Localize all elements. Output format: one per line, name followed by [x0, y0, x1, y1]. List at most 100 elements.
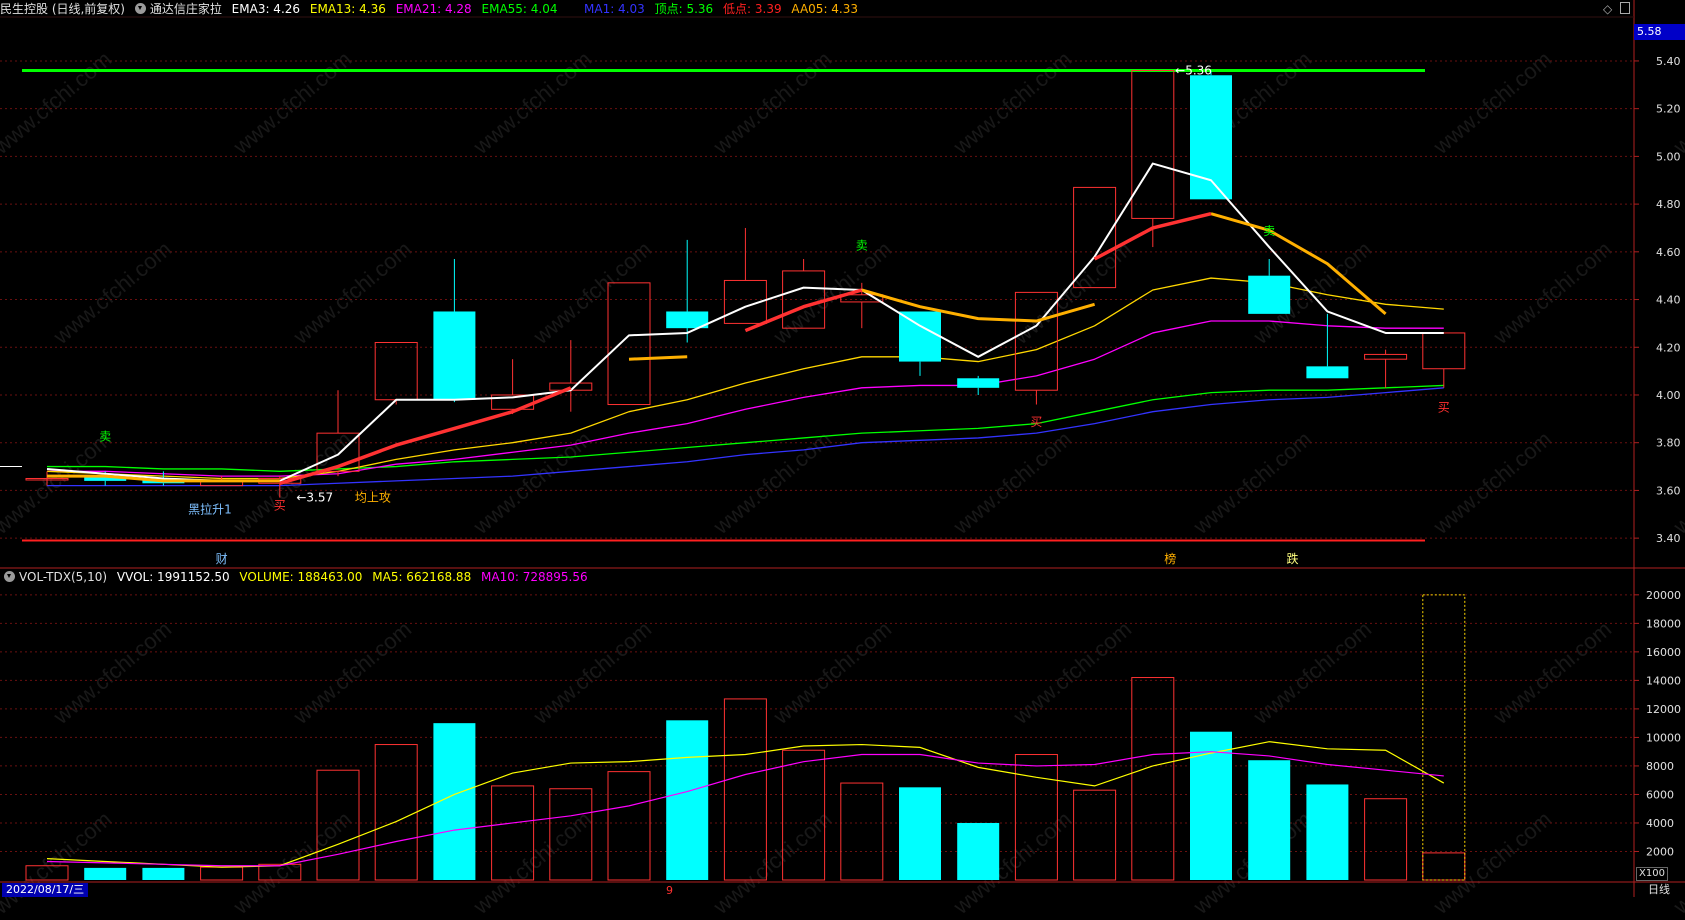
signal-label: 买 [274, 499, 286, 513]
volume-bar-up[interactable] [840, 782, 884, 881]
candle-down[interactable] [1248, 275, 1291, 314]
volume-bar-up[interactable] [25, 865, 69, 881]
volume-tick-label: 6000 [1646, 788, 1674, 801]
annotation-label: ←5.36 [1175, 63, 1212, 77]
event-mark: 跌 [1286, 551, 1298, 566]
volume-bar-up[interactable] [316, 769, 360, 881]
diamond-icon[interactable]: ◇ [1603, 2, 1612, 16]
volume-indicator-name[interactable]: VOL-TDX(5,10) [19, 570, 107, 584]
volume-bar-up[interactable] [200, 866, 244, 881]
volume-tick-label: 12000 [1646, 703, 1681, 716]
volume-bar-up[interactable] [1364, 798, 1408, 881]
volume-bar-down[interactable] [1190, 731, 1232, 880]
volume-tick-label: 4000 [1646, 817, 1674, 830]
dropdown-icon[interactable] [134, 3, 146, 14]
volume-tick-label: 8000 [1646, 760, 1674, 773]
volume-bar-down[interactable] [899, 787, 941, 880]
top-value: 顶点: 5.36 [654, 2, 714, 16]
volume-bar-up[interactable] [1131, 677, 1175, 881]
price-tick-label: 5.20 [1656, 103, 1681, 116]
volume-tick-label: 2000 [1646, 845, 1674, 858]
ema55-line [47, 384, 1444, 472]
ema13-value: EMA13: 4.36 [309, 2, 386, 16]
volume-bar-down[interactable] [666, 720, 709, 880]
price-tick-label: 4.20 [1656, 341, 1681, 354]
candlestick-chart[interactable]: 5.40 5.20 5.00 4.80 4.60 4.40 4.20 4.00 3.80 3.60… [0, 0, 1685, 897]
signal-label: 买 [1438, 401, 1450, 415]
event-mark: 榜 [1164, 551, 1176, 566]
attack-line [279, 386, 572, 485]
volume-bar-up[interactable] [782, 749, 826, 881]
annotation-label: 均上攻 [355, 491, 391, 505]
volume-tick-label: 20000 [1646, 589, 1681, 602]
vol-ma5-value: MA5: 662168.88 [372, 570, 472, 584]
indicator-name[interactable]: 通达信庄家拉 [150, 2, 222, 16]
month-mark: 9 [666, 884, 673, 897]
annotation-label: 黑拉升1 [188, 502, 232, 517]
volume-bar-down[interactable] [957, 822, 1000, 880]
ema21-value: EMA21: 4.28 [395, 2, 472, 16]
volume-bar-up[interactable] [723, 698, 767, 881]
volume-bar-up[interactable] [1073, 789, 1117, 881]
vvol-value: VVOL: 1991152.50 [116, 570, 230, 584]
candle-up[interactable] [1364, 353, 1408, 360]
ema3-line [46, 162, 1444, 482]
price-tick-label: 3.60 [1656, 484, 1681, 497]
price-tick-label: 4.80 [1656, 198, 1681, 211]
price-tick-label: 5.40 [1656, 55, 1681, 68]
candle-down[interactable] [1306, 366, 1349, 379]
volume-bar-down[interactable] [1306, 784, 1349, 880]
signal-label: 买 [1030, 415, 1042, 429]
stock-title[interactable]: 民生控股 (日线,前复权) [0, 2, 125, 16]
volume-value: VOLUME: 188463.00 [239, 570, 363, 584]
signal-label: 卖 [99, 429, 111, 443]
aa05-line [861, 288, 1096, 323]
volume-tick-label: 10000 [1646, 731, 1681, 744]
volume-bar-up[interactable] [491, 785, 535, 881]
date-label: 2022/08/17/三 [2, 883, 89, 897]
signal-label: 卖 [1263, 224, 1275, 238]
aa05-line [628, 355, 688, 361]
candle-up[interactable] [607, 282, 651, 406]
candle-up[interactable] [374, 341, 418, 401]
price-header: 民生控股 (日线,前复权) 通达信庄家拉 EMA3: 4.26 EMA13: 4… [0, 0, 564, 18]
volume-bar-up[interactable] [1422, 852, 1466, 881]
volume-bar-down[interactable] [142, 867, 185, 880]
volume-bar-up[interactable] [374, 744, 418, 881]
dropdown-icon[interactable] [4, 571, 15, 582]
price-tick-label: 4.00 [1656, 389, 1681, 402]
volume-bar-up[interactable] [607, 771, 651, 881]
volume-bar-down[interactable] [84, 867, 127, 880]
volume-tick-label: 16000 [1646, 646, 1681, 659]
candle-up[interactable] [1131, 69, 1175, 219]
period-label[interactable]: 日线 [1648, 883, 1670, 897]
price-tick-label: 4.40 [1656, 294, 1681, 307]
volume-tick-label: 18000 [1646, 617, 1681, 630]
aa05-line [1210, 212, 1387, 315]
ema21-line [47, 320, 1444, 477]
candle-down[interactable] [957, 378, 1000, 388]
stock-chart-window: www.cfchi.com www.cfchi.com www.cfchi.com w… [0, 0, 1685, 919]
annotation-label: ←3.57 [296, 491, 333, 505]
volume-tick-label: 14000 [1646, 674, 1681, 687]
candle-down[interactable] [899, 311, 941, 362]
volume-bar-down[interactable] [1248, 760, 1291, 880]
volume-header: VOL-TDX(5,10) VVOL: 1991152.50 VOLUME: 1… [4, 568, 594, 586]
aa05-value: AA05: 4.33 [791, 2, 859, 16]
volume-bar-up[interactable] [1014, 754, 1058, 881]
volume-ma5-line [46, 741, 1445, 868]
price-header-2: MA1: 4.03 顶点: 5.36 低点: 3.39 AA05: 4.33 [584, 0, 864, 18]
candle-up[interactable] [782, 270, 826, 329]
ema13-line [46, 277, 1444, 480]
volume-ma10-line [46, 751, 1444, 867]
ma1-value: MA1: 4.03 [584, 2, 645, 16]
candle-up[interactable] [1422, 332, 1466, 370]
signal-label: 卖 [856, 238, 868, 252]
price-tick-label: 3.80 [1656, 437, 1681, 450]
price-tick-label: 4.60 [1656, 246, 1681, 259]
current-price-tag: 5.58 [1634, 24, 1685, 40]
window-toggle-icon[interactable] [1620, 2, 1630, 14]
candle-down[interactable] [433, 311, 476, 400]
vol-ma10-value: MA10: 728895.56 [481, 570, 588, 584]
volume-bar-up[interactable] [549, 788, 593, 881]
